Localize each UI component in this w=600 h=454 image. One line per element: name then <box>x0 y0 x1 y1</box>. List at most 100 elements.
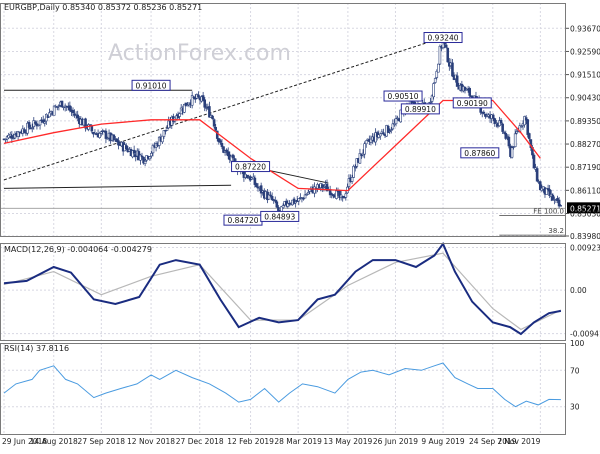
candle-body <box>309 189 311 191</box>
candle-body <box>233 159 235 162</box>
candle-body <box>447 48 449 62</box>
rsi-y-tick-label: 30 <box>570 403 580 412</box>
price-y-tick-label: 0.86110 <box>570 186 600 195</box>
candle-body <box>520 126 522 127</box>
candle-body <box>255 184 257 187</box>
watermark: ActionForex.com <box>108 41 291 66</box>
candle-body <box>307 192 309 194</box>
candle-body <box>470 96 472 97</box>
macd-title: MACD(12,26,9) -0.004064 -0.004279 <box>4 245 152 254</box>
price-label: 0.93240 <box>428 34 459 43</box>
candle-body <box>511 148 513 157</box>
candle-body <box>150 153 152 156</box>
candle-body <box>282 206 284 208</box>
price-label: 0.90510 <box>388 92 419 101</box>
candle-body <box>351 177 353 181</box>
candle-body <box>105 131 107 138</box>
candle-body <box>61 101 63 107</box>
x-tick-label: 27 Sep 2018 <box>78 437 126 446</box>
candle-body <box>141 156 143 157</box>
macd-y-tick-label: 0.00 <box>570 286 587 295</box>
price-y-tick-label: 0.85030 <box>570 209 600 218</box>
candle-body <box>430 102 432 103</box>
candle-body <box>58 106 60 107</box>
candle-body <box>270 195 272 196</box>
candle-body <box>161 136 163 142</box>
candle-body <box>514 134 516 147</box>
candle-body <box>558 200 560 206</box>
price-label: 0.84893 <box>264 212 295 221</box>
candle-body <box>379 134 381 136</box>
candle-body <box>332 195 334 196</box>
candle-body <box>395 119 397 124</box>
candle-body <box>382 133 384 134</box>
price-y-tick-label: 0.89350 <box>570 117 600 126</box>
candle-body <box>204 100 206 108</box>
candle-body <box>516 132 518 134</box>
fib-level-label: FE 100.0 <box>533 208 564 216</box>
candle-body <box>434 78 436 82</box>
candle-body <box>508 137 510 146</box>
candle-body <box>445 45 447 47</box>
candle-body <box>527 120 529 135</box>
candle-body <box>99 133 101 137</box>
candle-body <box>439 46 441 64</box>
candle-body <box>44 122 46 123</box>
candle-body <box>166 129 168 131</box>
candle-body <box>500 120 502 123</box>
candle-body <box>28 122 30 127</box>
candle-body <box>106 138 108 139</box>
price-y-tick-label: 0.90430 <box>570 94 600 103</box>
candle-body <box>219 141 221 143</box>
price-y-tick-label: 0.87190 <box>570 163 600 172</box>
price-label: 0.84720 <box>227 216 258 225</box>
price-y-tick-label: 0.88270 <box>570 140 600 149</box>
price-label: 0.87220 <box>235 163 266 172</box>
price-label: 0.90190 <box>457 99 488 108</box>
price-label: 0.91010 <box>136 81 167 90</box>
x-tick-label: 12 Nov 2018 <box>127 437 175 446</box>
rsi-y-tick-label: 70 <box>570 366 580 375</box>
candle-body <box>533 155 535 168</box>
candle-body <box>502 124 504 132</box>
price-label: 0.87860 <box>464 149 495 158</box>
candle-body <box>144 161 146 163</box>
candle-body <box>354 167 356 168</box>
candle-body <box>492 115 494 118</box>
candle-body <box>221 143 223 146</box>
candle-body <box>451 63 453 76</box>
candle-body <box>91 126 93 131</box>
candle-body <box>274 200 276 201</box>
x-tick-label: 14 Aug 2018 <box>30 437 78 446</box>
candle-body <box>433 84 435 97</box>
candle-body <box>364 144 366 154</box>
candle-body <box>197 95 199 97</box>
price-label: 0.89910 <box>405 105 436 114</box>
price-y-tick-label: 0.93670 <box>570 24 600 33</box>
candle-body <box>212 116 214 119</box>
candle-body <box>390 130 392 131</box>
candle-body <box>365 141 367 144</box>
candle-body <box>213 120 215 127</box>
candle-body <box>276 202 278 207</box>
candle-body <box>133 150 135 153</box>
candle-body <box>345 194 347 198</box>
candle-body <box>232 155 234 158</box>
candle-body <box>100 132 102 134</box>
candle-body <box>31 128 33 129</box>
candle-body <box>456 76 458 87</box>
candle-body <box>560 205 562 206</box>
eurgbp-daily-chart: ActionForex.com FE 100.0 38.2 0.91010 0.872… <box>0 0 600 450</box>
rsi-y-tick-label: 100 <box>570 339 585 348</box>
x-tick-label: 12 Feb 2019 <box>227 437 274 446</box>
candle-body <box>483 112 485 113</box>
rsi-title: RSI(14) 37.8116 <box>4 344 69 353</box>
candle-body <box>306 194 308 195</box>
candle-body <box>215 127 217 130</box>
candle-body <box>39 121 41 125</box>
x-tick-label: 27 Dec 2018 <box>176 437 224 446</box>
fib-level-label: 38.2 <box>548 227 564 235</box>
candle-body <box>298 199 300 201</box>
macd-y-tick-label: 0.009237 <box>570 243 600 252</box>
x-tick-label: 7 Nov 2019 <box>497 437 540 446</box>
